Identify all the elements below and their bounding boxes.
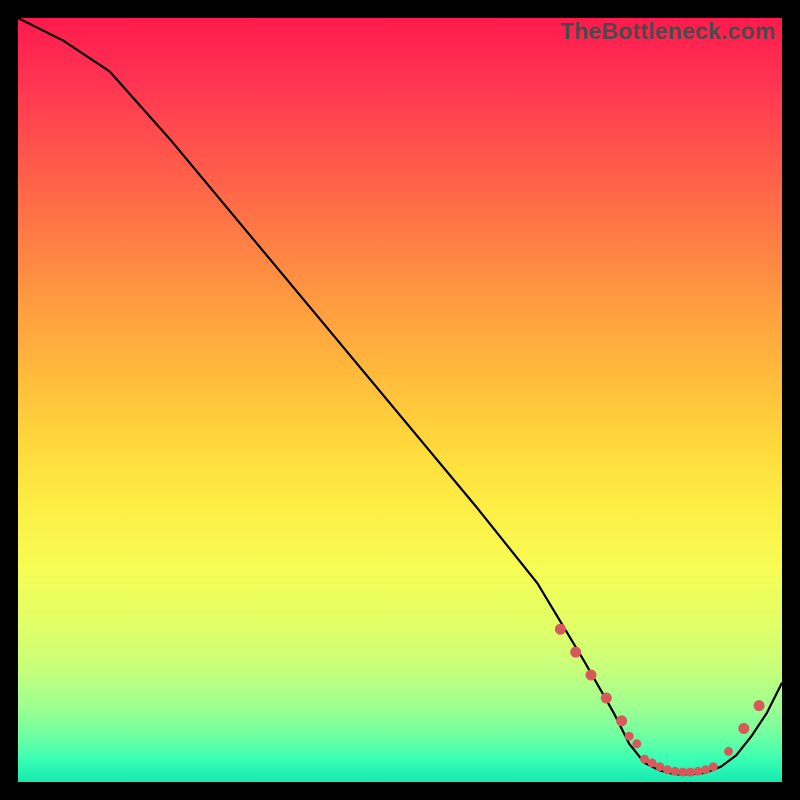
curve-line (18, 18, 782, 774)
highlight-dot (754, 700, 765, 711)
highlight-dot (601, 693, 612, 704)
highlight-dot (663, 765, 672, 774)
highlight-dot (555, 624, 566, 635)
highlight-dot (586, 670, 597, 681)
highlight-dot (686, 768, 695, 777)
highlight-dot (738, 723, 749, 734)
highlight-dots (555, 624, 765, 777)
highlight-dot (724, 747, 733, 756)
highlight-dot (648, 758, 657, 767)
highlight-dot (570, 647, 581, 658)
highlight-dot (616, 715, 627, 726)
highlight-dot (625, 732, 634, 741)
highlight-dot (709, 762, 718, 771)
chart-area: TheBottleneck.com (18, 18, 782, 782)
curve-svg (18, 18, 782, 782)
highlight-dot (694, 767, 703, 776)
highlight-dot (671, 767, 680, 776)
highlight-dot (632, 739, 641, 748)
